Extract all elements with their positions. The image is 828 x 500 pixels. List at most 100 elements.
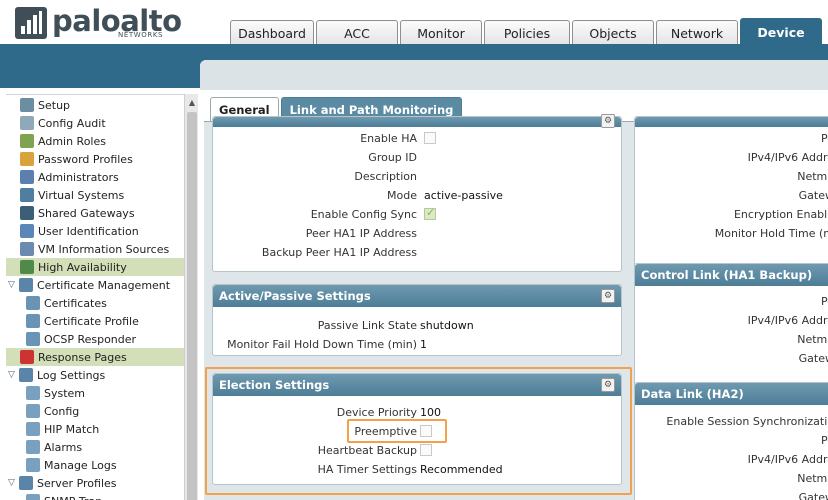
sidebar-item-certificates[interactable]: Certificates [6, 294, 184, 312]
enable-ha-checkbox[interactable] [424, 132, 436, 144]
certificate-folder-icon [19, 278, 33, 292]
right-field-label: Enable Session Synchronizatio [666, 415, 828, 428]
sidebar-item-log-settings[interactable]: ▽ Log Settings [6, 366, 184, 384]
tab-dashboard[interactable]: Dashboard [230, 20, 314, 45]
control-link-title: Control Link (HA1 Backup) [635, 264, 828, 286]
sidebar-item-administrators[interactable]: Administrators [6, 168, 184, 186]
right-field-label: IPv4/IPv6 Addre [747, 151, 828, 164]
hip-match-icon [26, 422, 40, 436]
sidebar-item-admin-roles[interactable]: Admin Roles [6, 132, 184, 150]
sidebar-item-response-pages[interactable]: Response Pages [6, 348, 184, 366]
setup-group-header [213, 117, 621, 127]
sidebar-item-label: Admin Roles [38, 134, 106, 148]
enable-config-sync-label: Enable Config Sync [310, 208, 417, 221]
sidebar-item-user-identification[interactable]: User Identification [6, 222, 184, 240]
sidebar-item-certificate-profile[interactable]: Certificate Profile [6, 312, 184, 330]
device-priority-value: 100 [420, 406, 441, 419]
user-id-icon [20, 224, 34, 238]
group-id-label: Group ID [368, 151, 417, 164]
certificate-profile-icon [26, 314, 40, 328]
sidebar-item-label: Response Pages [38, 350, 127, 364]
sidebar-item-label: Password Profiles [38, 152, 133, 166]
setup-group: ⚙ Enable HA Group ID Description Mode active… [212, 114, 622, 272]
scroll-up-icon[interactable]: ▲ [185, 98, 199, 107]
sidebar-item-label: Config [44, 404, 80, 418]
ocsp-icon [26, 332, 40, 346]
sidebar-item-manage-logs[interactable]: Manage Logs [6, 456, 184, 474]
sidebar-item-label: Manage Logs [44, 458, 117, 472]
expand-toggle-icon[interactable]: ▽ [8, 280, 18, 290]
right-field-label: Netma [797, 170, 828, 183]
right-field-label: IPv4/IPv6 Addre [747, 453, 828, 466]
vm-icon [20, 242, 34, 256]
sidebar-item-label: Setup [38, 98, 71, 112]
header: paloalto NETWORKS Dashboard ACC Monitor Pol… [0, 0, 828, 45]
right-field-label: Gatew [798, 189, 828, 202]
sidebar-item-hip-match[interactable]: HIP Match [6, 420, 184, 438]
sidebar-item-certificate-management[interactable]: ▽ Certificate Management [6, 276, 184, 294]
tab-objects[interactable]: Objects [572, 20, 654, 45]
mode-label: Mode [387, 189, 417, 202]
tab-device[interactable]: Device [740, 18, 822, 45]
heartbeat-backup-checkbox[interactable] [420, 444, 432, 456]
sidebar-item-shared-gateways[interactable]: Shared Gateways [6, 204, 184, 222]
sidebar-item-config[interactable]: Config [6, 402, 184, 420]
tab-monitor[interactable]: Monitor [400, 20, 482, 45]
content-area: ⚙ Enable HA Group ID Description Mode active… [204, 114, 828, 500]
sidebar-item-config-audit[interactable]: Config Audit [6, 114, 184, 132]
right-field-label: Po [821, 295, 828, 308]
sidebar-item-snmp-trap[interactable]: SNMP Trap [6, 492, 184, 500]
sidebar-item-ocsp-responder[interactable]: OCSP Responder [6, 330, 184, 348]
mode-value: active-passive [424, 189, 503, 202]
right-field-label: Netma [797, 333, 828, 346]
sidebar-item-label: Certificates [44, 296, 107, 310]
expand-toggle-icon[interactable]: ▽ [8, 370, 18, 380]
tab-network[interactable]: Network [656, 20, 738, 45]
preemptive-checkbox[interactable] [420, 425, 432, 437]
monitor-fail-hold-down-time-min-value: 1 [420, 338, 427, 351]
sidebar-item-label: User Identification [38, 224, 139, 238]
passive-link-state-label: Passive Link State [317, 319, 417, 332]
tab-acc[interactable]: ACC [316, 20, 398, 45]
sidebar-item-system[interactable]: System [6, 384, 184, 402]
sidebar-item-label: Certificate Profile [44, 314, 139, 328]
gear-icon[interactable]: ⚙ [601, 289, 615, 303]
passive-link-state-value: shutdown [420, 319, 474, 332]
sidebar-item-label: SNMP Trap [44, 495, 102, 500]
server-profiles-icon [19, 476, 33, 490]
sidebar-scrollbar[interactable]: ▲ [184, 94, 198, 500]
audit-icon [20, 116, 34, 130]
sidebar-item-label: Alarms [44, 440, 83, 454]
sidebar-item-server-profiles[interactable]: ▽ Server Profiles [6, 474, 184, 492]
election-settings-group: Election Settings ⚙ Device Priority 100 Pr… [212, 373, 622, 485]
user-icon [20, 170, 34, 184]
gear-icon[interactable]: ⚙ [601, 378, 615, 392]
sidebar-item-alarms[interactable]: Alarms [6, 438, 184, 456]
expand-toggle-icon[interactable]: ▽ [8, 478, 18, 488]
monitor-fail-hold-down-time-min-label: Monitor Fail Hold Down Time (min) [227, 338, 417, 351]
certificate-icon [26, 296, 40, 310]
sidebar-item-high-availability[interactable]: High Availability [6, 258, 184, 276]
sidebar-item-label: Log Settings [37, 368, 106, 382]
right-field-label: Netma [797, 472, 828, 485]
tab-policies[interactable]: Policies [484, 20, 570, 45]
gear-icon[interactable]: ⚙ [601, 114, 615, 128]
right-field-label: Monitor Hold Time (m [714, 227, 828, 240]
right-field-label: Gatew [798, 491, 828, 500]
sidebar-item-virtual-systems[interactable]: Virtual Systems [6, 186, 184, 204]
gear-icon [20, 98, 34, 112]
sidebar-item-vm-information-sources[interactable]: VM Information Sources [6, 240, 184, 258]
right-field-label: Encryption Enable [733, 208, 828, 221]
log-settings-icon [19, 368, 33, 382]
data-link-group: Data Link (HA2) Enable Session Synchroni… [634, 382, 828, 500]
enable-config-sync-checkbox[interactable] [424, 206, 436, 220]
sidebar-item-label: Config Audit [38, 116, 106, 130]
sidebar-item-setup[interactable]: Setup [6, 96, 184, 114]
main-toolbar [200, 60, 828, 90]
sidebar-item-password-profiles[interactable]: Password Profiles [6, 150, 184, 168]
sidebar-item-label: Certificate Management [37, 278, 171, 292]
system-log-icon [26, 386, 40, 400]
right-field-label: IPv4/IPv6 Addre [747, 314, 828, 327]
scroll-thumb[interactable] [187, 112, 197, 500]
alarm-icon [26, 440, 40, 454]
